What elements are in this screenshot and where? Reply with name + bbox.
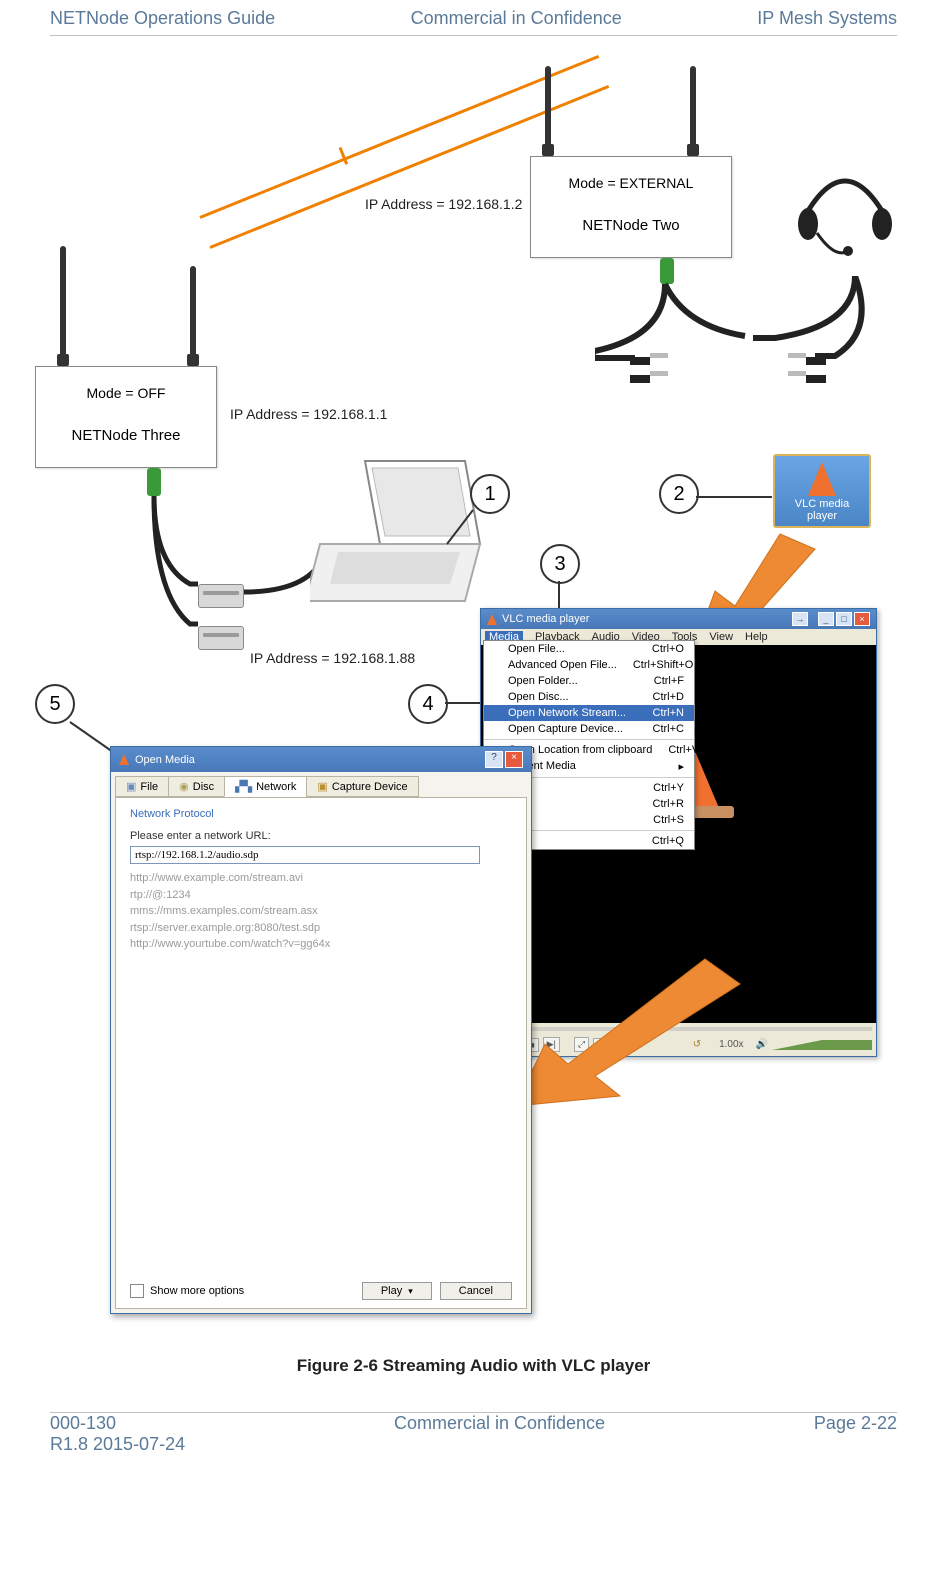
vlc-cone-icon <box>119 754 129 765</box>
play-button[interactable]: Play▾ <box>362 1282 432 1300</box>
menu-open-disc[interactable]: Open Disc...Ctrl+D <box>484 689 694 705</box>
antenna-base-icon <box>187 354 199 366</box>
node2-ip: IP Address = 192.168.1.2 <box>365 196 522 212</box>
callout-line <box>445 508 475 548</box>
menu-open-capture-device[interactable]: Open Capture Device...Ctrl+C <box>484 721 694 737</box>
vlc-icon-label2: player <box>777 510 867 522</box>
header-center: Commercial in Confidence <box>411 8 622 29</box>
laptop-ip: IP Address = 192.168.1.88 <box>250 650 415 666</box>
menu-open-network-stream[interactable]: Open Network Stream...Ctrl+N <box>484 705 694 721</box>
menu-advanced-open-file[interactable]: Advanced Open File...Ctrl+Shift+O <box>484 657 694 673</box>
vlc-desktop-icon[interactable]: VLC media player <box>773 454 871 528</box>
device-netnode-two: Mode = EXTERNAL NETNode Two <box>530 156 732 258</box>
audio-jack-icon <box>630 352 670 360</box>
footer-page: Page 2-22 <box>814 1413 897 1455</box>
vlc-titlebar[interactable]: VLC media player → _ □ × <box>481 609 876 629</box>
vlc-icon-label1: VLC media <box>777 498 867 510</box>
callout-4: 4 <box>408 684 448 724</box>
back-nav-button[interactable]: → <box>792 612 808 626</box>
callout-line <box>694 491 774 511</box>
disc-icon: ◉ <box>179 780 189 793</box>
file-icon: ▣ <box>126 780 136 793</box>
tab-capture-device[interactable]: ▣Capture Device <box>306 776 418 797</box>
vlc-window-title: VLC media player <box>502 613 589 625</box>
figure-area: Mode = OFF NETNode Three IP Address = 19… <box>50 36 897 1356</box>
antenna-icon <box>545 66 551 146</box>
header-right: IP Mesh Systems <box>757 8 897 29</box>
show-more-checkbox[interactable] <box>130 1284 144 1298</box>
tab-disc[interactable]: ◉Disc <box>168 776 225 797</box>
footer-center: Commercial in Confidence <box>394 1413 605 1455</box>
node3-mode: Mode = OFF <box>36 381 216 405</box>
menu-view[interactable]: View <box>709 631 733 643</box>
audio-jack-icon <box>786 370 826 378</box>
network-panel: Network Protocol Please enter a network … <box>115 797 527 1309</box>
cable-icon <box>595 276 915 416</box>
open-media-titlebar[interactable]: Open Media ? × <box>111 747 531 772</box>
help-button[interactable]: ? <box>485 751 503 768</box>
show-more-label: Show more options <box>150 1285 244 1297</box>
menu-help[interactable]: Help <box>745 631 768 643</box>
connector-icon <box>147 468 161 496</box>
open-media-tabs: ▣File ◉Disc ▞▚Network ▣Capture Device <box>111 772 531 797</box>
node2-mode: Mode = EXTERNAL <box>531 171 731 195</box>
close-button[interactable]: × <box>505 751 523 768</box>
headset-icon <box>790 161 900 271</box>
tab-file[interactable]: ▣File <box>115 776 169 797</box>
antenna-base-icon <box>687 144 699 156</box>
network-url-input[interactable] <box>130 846 480 864</box>
audio-jack-icon <box>786 352 826 360</box>
node3-name: NETNode Three <box>36 423 216 448</box>
capture-icon: ▣ <box>317 780 327 793</box>
menu-open-file[interactable]: Open File...Ctrl+O <box>484 641 694 657</box>
footer-rev-date: R1.8 2015-07-24 <box>50 1434 185 1455</box>
url-prompt: Please enter a network URL: <box>130 830 512 842</box>
callout-1: 1 <box>470 474 510 514</box>
open-media-title: Open Media <box>135 754 195 766</box>
callout-line <box>557 581 561 611</box>
maximize-button[interactable]: □ <box>836 612 852 626</box>
audio-jack-icon <box>630 370 670 378</box>
antenna-icon <box>190 266 196 356</box>
antenna-icon <box>690 66 696 146</box>
antenna-base-icon <box>57 354 69 366</box>
close-button[interactable]: × <box>854 612 870 626</box>
url-examples: http://www.example.com/stream.avi rtp://… <box>130 870 512 953</box>
network-icon: ▞▚ <box>235 780 252 793</box>
page-footer: 000-130 R1.8 2015-07-24 Commercial in Co… <box>50 1413 897 1465</box>
network-protocol-label: Network Protocol <box>130 808 512 820</box>
antenna-base-icon <box>542 144 554 156</box>
vlc-cone-icon <box>487 614 497 625</box>
menu-open-folder[interactable]: Open Folder...Ctrl+F <box>484 673 694 689</box>
cancel-button[interactable]: Cancel <box>440 1282 512 1300</box>
antenna-icon <box>60 246 66 356</box>
page-header: NETNode Operations Guide Commercial in C… <box>50 0 897 29</box>
volume-slider[interactable] <box>772 1040 872 1050</box>
open-media-dialog[interactable]: Open Media ? × ▣File ◉Disc ▞▚Network ▣Ca… <box>110 746 532 1314</box>
callout-2: 2 <box>659 474 699 514</box>
header-left: NETNode Operations Guide <box>50 8 275 29</box>
callout-3: 3 <box>540 544 580 584</box>
node3-ip: IP Address = 192.168.1.1 <box>230 406 387 422</box>
device-netnode-three: Mode = OFF NETNode Three <box>35 366 217 468</box>
node2-name: NETNode Two <box>531 213 731 238</box>
footer-doc-id: 000-130 <box>50 1413 185 1434</box>
vlc-cone-icon <box>808 462 836 496</box>
tab-network[interactable]: ▞▚Network <box>224 776 307 797</box>
vol-icon[interactable]: 🔊 <box>756 1039 768 1050</box>
minimize-button[interactable]: _ <box>818 612 834 626</box>
figure-caption: Figure 2-6 Streaming Audio with VLC play… <box>50 1356 897 1376</box>
